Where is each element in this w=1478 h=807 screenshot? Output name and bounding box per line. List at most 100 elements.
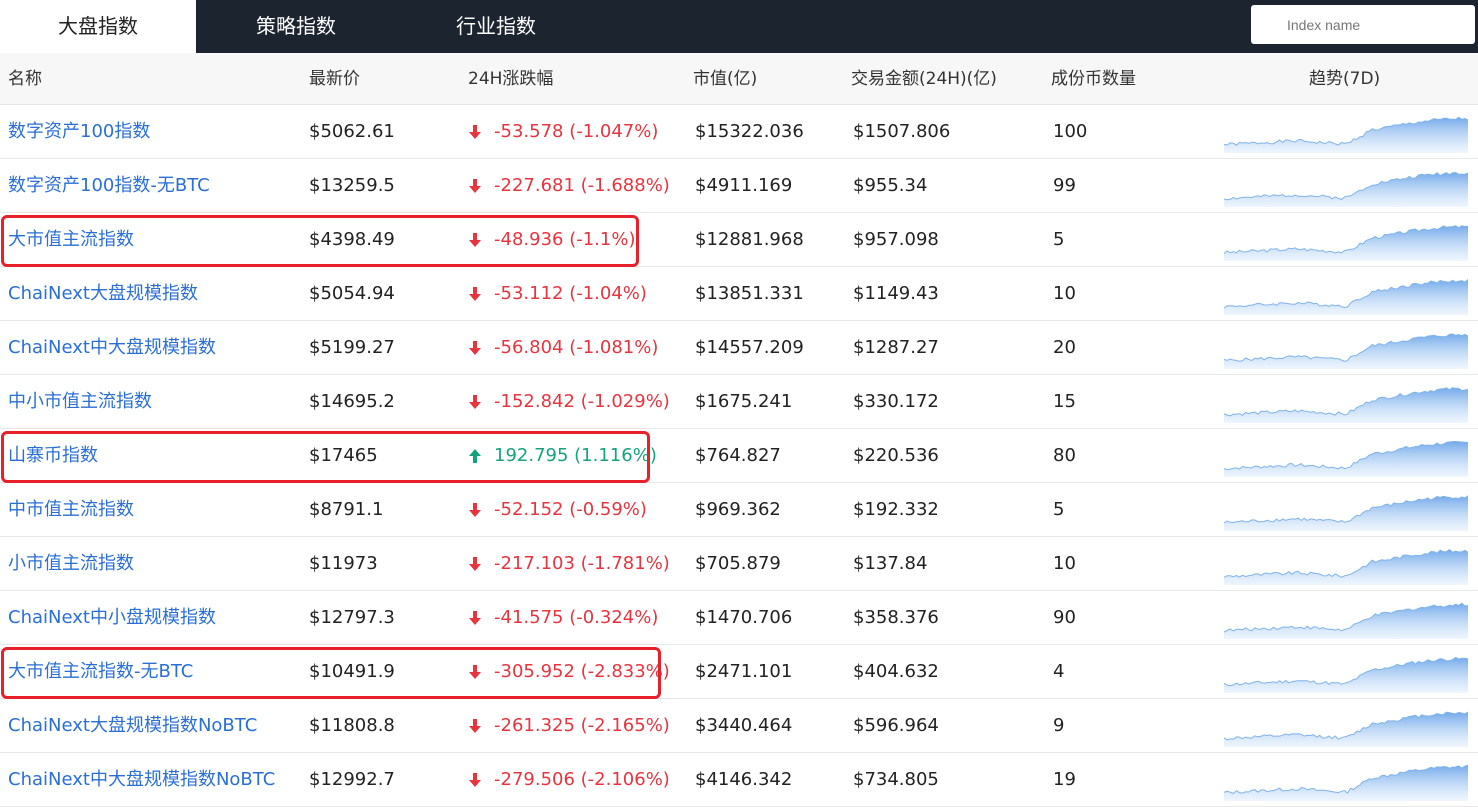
volume-24h: $1507.806 [853,121,951,142]
constituent-count: 4 [1053,661,1065,682]
header-name[interactable]: 名称 [8,53,42,105]
change-value: -41.575 (-0.324%) [494,607,659,628]
search-input[interactable] [1251,5,1475,44]
change-value: -227.681 (-1.688%) [494,175,670,196]
constituent-count: 10 [1053,553,1076,574]
header-market-cap[interactable]: 市值(亿) [693,53,757,105]
change-value: -56.804 (-1.081%) [494,337,659,358]
volume-24h: $358.376 [853,607,939,628]
arrow-down-icon [468,286,482,302]
trend-sparkline [1224,387,1468,423]
volume-24h: $1149.43 [853,283,939,304]
trend-sparkline [1224,171,1468,207]
constituent-count: 100 [1053,121,1088,142]
arrow-down-icon [468,556,482,572]
table-row[interactable]: ChaiNext大盘规模指数NoBTC $11808.8 -261.325 (-2.… [0,699,1478,753]
change-24h: -279.506 (-2.106%) [468,753,670,806]
table-row[interactable]: ChaiNext中大盘规模指数NoBTC $12992.7 -279.506 (-2… [0,753,1478,807]
trend-sparkline [1224,225,1468,261]
table-row[interactable]: 中小市值主流指数 $14695.2 -152.842 (-1.029%) $1675.… [0,375,1478,429]
volume-24h: $404.632 [853,661,939,682]
latest-price: $14695.2 [309,391,395,412]
index-name-link[interactable]: 中小市值主流指数 [8,375,152,428]
volume-24h: $192.332 [853,499,939,520]
change-24h: -152.842 (-1.029%) [468,375,670,428]
constituent-count: 99 [1053,175,1076,196]
market-cap: $15322.036 [695,121,804,142]
index-name-link[interactable]: ChaiNext大盘规模指数 [8,267,198,320]
index-name-link[interactable]: 小市值主流指数 [8,537,134,590]
change-value: -48.936 (-1.1%) [494,229,636,250]
latest-price: $11808.8 [309,715,395,736]
header-trend: 趋势(7D) [1309,69,1381,89]
arrow-down-icon [468,394,482,410]
table-row[interactable]: 大市值主流指数 $4398.49 -48.936 (-1.1%) $12881.968… [0,213,1478,267]
tab-market-index[interactable]: 大盘指数 [0,0,196,53]
header-volume[interactable]: 交易金额(24H)(亿) [851,53,997,105]
table-row[interactable]: 中市值主流指数 $8791.1 -52.152 (-0.59%) $969.362 $1… [0,483,1478,537]
volume-24h: $137.84 [853,553,928,574]
index-name-link[interactable]: 山寨币指数 [8,429,98,482]
index-name-link[interactable]: ChaiNext大盘规模指数NoBTC [8,699,257,752]
header-constituent-count[interactable]: 成份币数量 [1051,53,1136,105]
table-row[interactable]: 数字资产100指数 $5062.61 -53.578 (-1.047%) $15322… [0,105,1478,159]
constituent-count: 5 [1053,499,1065,520]
table-row[interactable]: ChaiNext中小盘规模指数 $12797.3 -41.575 (-0.324%)… [0,591,1478,645]
volume-24h: $955.34 [853,175,928,196]
market-cap: $705.879 [695,553,781,574]
table-row[interactable]: ChaiNext大盘规模指数 $5054.94 -53.112 (-1.04%) $1… [0,267,1478,321]
index-name-link[interactable]: ChaiNext中小盘规模指数 [8,591,216,644]
constituent-count: 90 [1053,607,1076,628]
table-row[interactable]: 山寨币指数 $17465 192.795 (1.116%) $764.827 $220.… [0,429,1478,483]
change-24h: -56.804 (-1.081%) [468,321,658,374]
volume-24h: $330.172 [853,391,939,412]
market-cap: $4911.169 [695,175,793,196]
index-name-link[interactable]: 数字资产100指数-无BTC [8,159,210,212]
tab-strategy-index[interactable]: 策略指数 [196,0,396,53]
index-name-link[interactable]: 大市值主流指数 [8,213,134,266]
table-row[interactable]: ChaiNext中大盘规模指数 $5199.27 -56.804 (-1.081%)… [0,321,1478,375]
latest-price: $12992.7 [309,769,395,790]
table-row[interactable]: 小市值主流指数 $11973 -217.103 (-1.781%) $705.879 $… [0,537,1478,591]
market-cap: $1675.241 [695,391,793,412]
market-cap: $4146.342 [695,769,793,790]
table-row[interactable]: 数字资产100指数-无BTC $13259.5 -227.681 (-1.688%)… [0,159,1478,213]
latest-price: $11973 [309,553,378,574]
constituent-count: 80 [1053,445,1076,466]
change-value: 192.795 (1.116%) [494,445,657,466]
tab-industry-index[interactable]: 行业指数 [396,0,596,53]
header-price[interactable]: 最新价 [309,53,360,105]
header-change[interactable]: 24H涨跌幅 [468,53,553,105]
change-value: -53.578 (-1.047%) [494,121,659,142]
change-24h: -217.103 (-1.781%) [468,537,670,590]
change-value: -305.952 (-2.833%) [494,661,670,682]
volume-24h: $734.805 [853,769,939,790]
change-24h: -305.952 (-2.833%) [468,645,670,698]
index-name-link[interactable]: ChaiNext中大盘规模指数 [8,321,216,374]
constituent-count: 15 [1053,391,1076,412]
latest-price: $5054.94 [309,283,395,304]
index-name-link[interactable]: 数字资产100指数 [8,105,150,158]
index-name-link[interactable]: ChaiNext中大盘规模指数NoBTC [8,753,275,806]
change-24h: -41.575 (-0.324%) [468,591,658,644]
market-cap: $13851.331 [695,283,804,304]
market-cap: $1470.706 [695,607,793,628]
arrow-down-icon [468,718,482,734]
latest-price: $5199.27 [309,337,395,358]
latest-price: $12797.3 [309,607,395,628]
market-cap: $12881.968 [695,229,804,250]
volume-24h: $957.098 [853,229,939,250]
arrow-down-icon [468,232,482,248]
table-row[interactable]: 大市值主流指数-无BTC $10491.9 -305.952 (-2.833%) $2… [0,645,1478,699]
trend-sparkline [1224,602,1468,639]
arrow-down-icon [468,340,482,356]
constituent-count: 9 [1053,715,1065,736]
constituent-count: 10 [1053,283,1076,304]
index-name-link[interactable]: 大市值主流指数-无BTC [8,645,193,698]
trend-sparkline [1224,548,1468,585]
constituent-count: 20 [1053,337,1076,358]
market-cap: $14557.209 [695,337,804,358]
index-name-link[interactable]: 中市值主流指数 [8,483,134,536]
constituent-count: 5 [1053,229,1065,250]
market-cap: $764.827 [695,445,781,466]
